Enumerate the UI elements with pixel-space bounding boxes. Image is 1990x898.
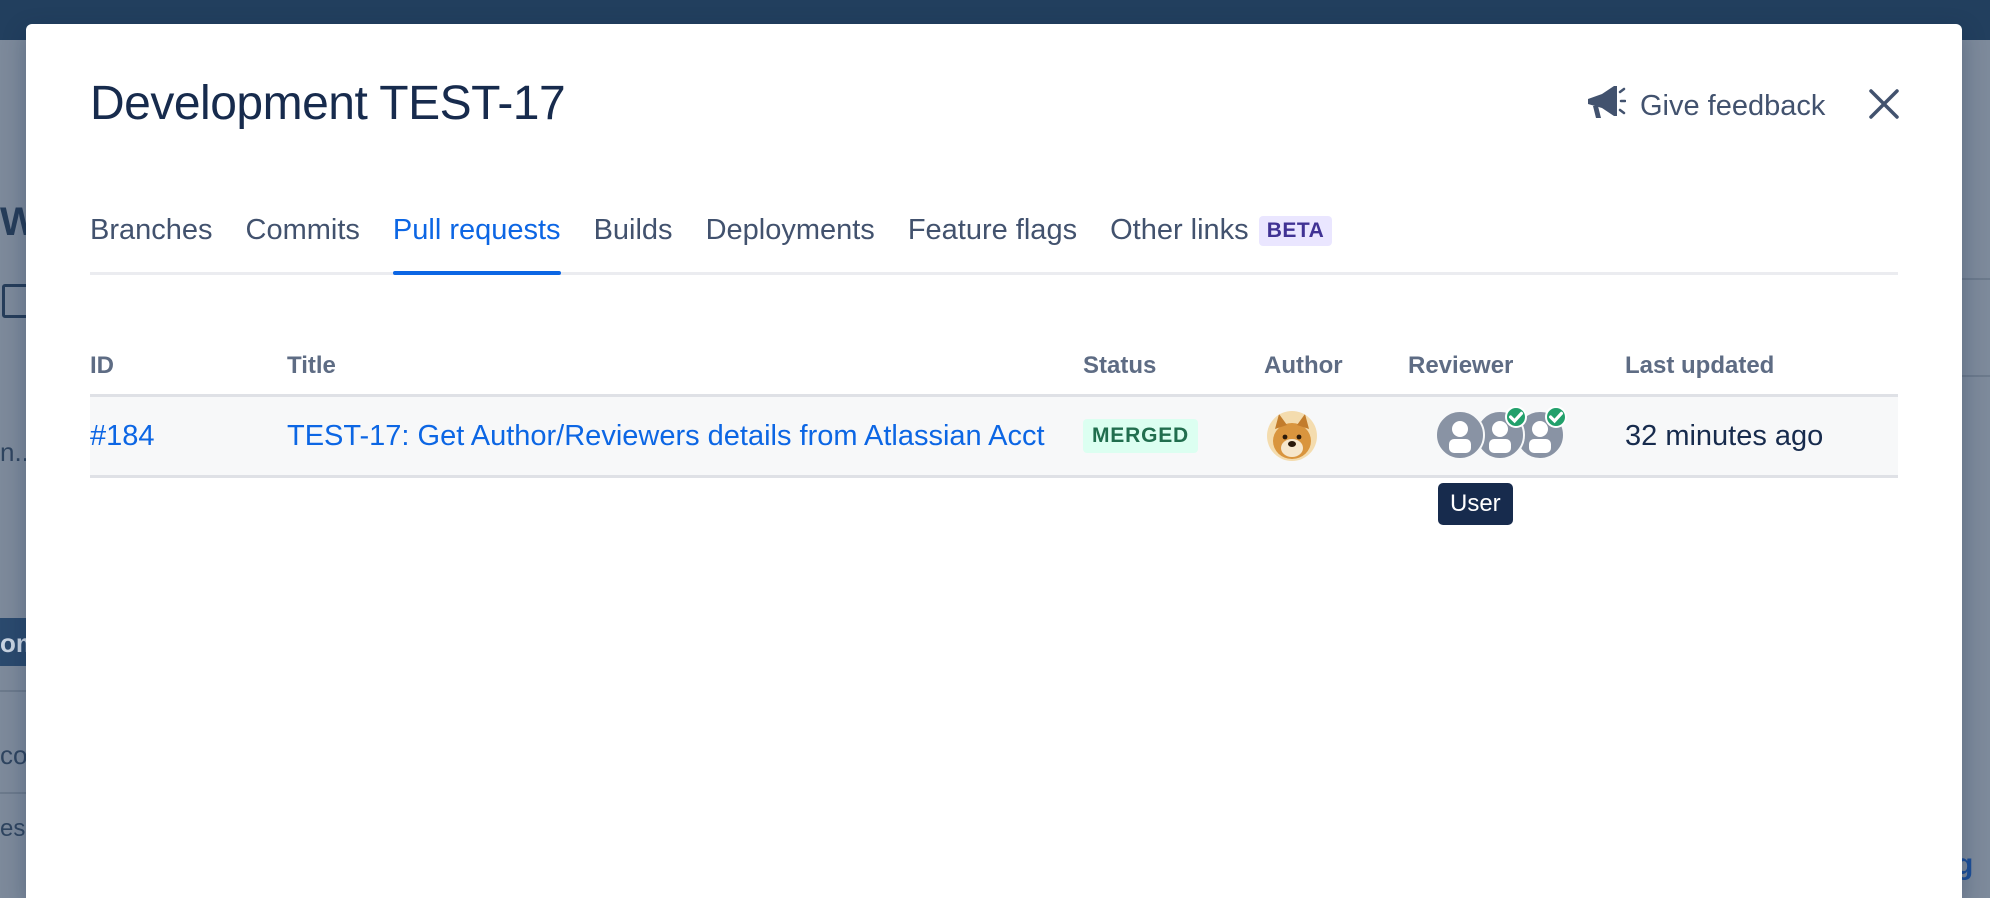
last-updated-value: 32 minutes ago: [1625, 419, 1824, 452]
close-icon: [1867, 87, 1901, 126]
background-divider: [0, 690, 26, 692]
reviewer-tooltip: User: [1438, 483, 1513, 525]
table-row: #184 TEST-17: Get Author/Reviewers detai…: [90, 397, 1898, 478]
background-divider: [0, 792, 26, 794]
approved-check-icon: [1505, 406, 1527, 428]
tab-commits[interactable]: Commits: [246, 214, 360, 272]
column-header-title: Title: [287, 352, 336, 379]
tab-branches[interactable]: Branches: [90, 214, 213, 272]
tab-label: Branches: [90, 214, 213, 246]
approved-check-icon: [1545, 406, 1567, 428]
give-feedback-button[interactable]: Give feedback: [1584, 86, 1825, 126]
column-header-status: Status: [1083, 352, 1157, 379]
column-header-id: ID: [90, 352, 114, 379]
beta-badge: BETA: [1258, 216, 1333, 246]
pull-request-title-link[interactable]: TEST-17: Get Author/Reviewers details fr…: [287, 420, 1045, 453]
author-avatar[interactable]: [1267, 411, 1317, 461]
pull-request-id-link[interactable]: #184: [90, 420, 155, 453]
tab-label: Feature flags: [907, 214, 1078, 246]
tab-label: Commits: [245, 214, 360, 246]
background-divider: [1962, 375, 1990, 377]
column-header-author: Author: [1264, 352, 1343, 379]
tab-feature-flags[interactable]: Feature flags: [908, 214, 1077, 272]
tab-list: Branches Commits Pull requests Builds De…: [90, 214, 1898, 275]
tab-deployments[interactable]: Deployments: [706, 214, 875, 272]
reviewer-avatar-group: [1435, 406, 1575, 462]
tab-label: Pull requests: [392, 214, 561, 246]
tab-other-links[interactable]: Other links BETA: [1110, 214, 1333, 272]
doge-avatar-icon: [1267, 411, 1317, 461]
background-button-fragment: om: [0, 618, 39, 666]
tab-label: Other links: [1110, 214, 1249, 246]
tab-label: Builds: [593, 214, 673, 246]
background-divider: [1962, 278, 1990, 280]
close-button[interactable]: [1864, 86, 1904, 126]
user-placeholder-icon: [1435, 410, 1485, 460]
background-text-fragment: co: [0, 740, 28, 770]
development-modal: Development TEST-17 Give feedback Branch…: [26, 24, 1962, 898]
column-header-reviewer: Reviewer: [1408, 352, 1514, 379]
tab-pull-requests[interactable]: Pull requests: [392, 214, 561, 275]
give-feedback-label: Give feedback: [1640, 89, 1826, 122]
megaphone-icon: [1584, 82, 1627, 130]
reviewer-avatar[interactable]: [1435, 410, 1485, 460]
status-badge: MERGED: [1083, 419, 1198, 453]
column-header-last-updated: Last updated: [1625, 352, 1775, 379]
tab-builds[interactable]: Builds: [594, 214, 673, 272]
tab-label: Deployments: [705, 214, 875, 246]
modal-title: Development TEST-17: [90, 77, 566, 130]
